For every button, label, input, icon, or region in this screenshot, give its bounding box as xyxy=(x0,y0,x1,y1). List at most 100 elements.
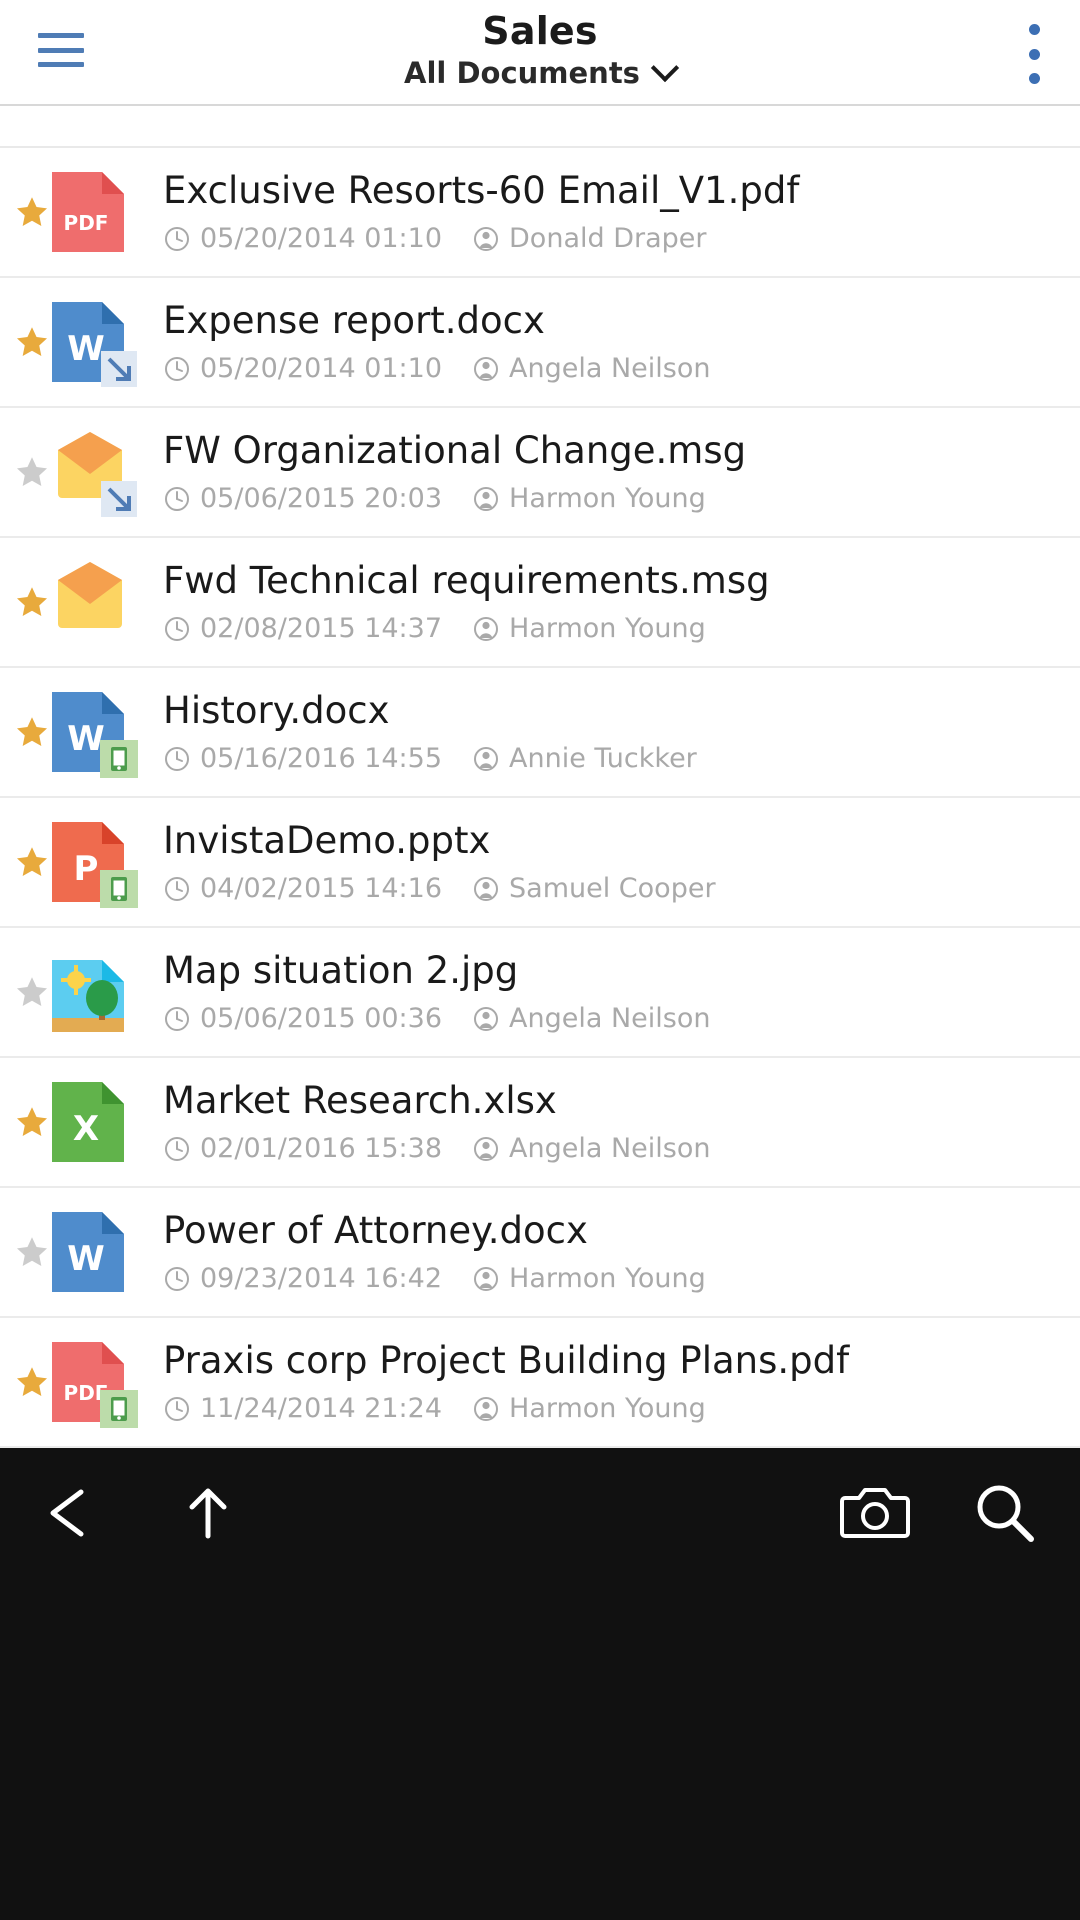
person-icon xyxy=(474,227,499,251)
favorite-toggle[interactable] xyxy=(0,195,52,229)
back-button[interactable] xyxy=(10,1448,130,1578)
list-item-partial[interactable] xyxy=(0,106,1080,148)
camera-button[interactable] xyxy=(815,1448,935,1578)
favorite-toggle[interactable] xyxy=(0,975,52,1009)
word-file-icon: W xyxy=(52,302,137,387)
clock-icon xyxy=(165,1007,189,1031)
person-icon xyxy=(472,875,500,903)
file-type-icon-cell: W xyxy=(52,692,144,778)
shortcut-badge-icon xyxy=(101,481,137,517)
file-name: InvistaDemo.pptx xyxy=(163,819,491,862)
pdf-file-icon: PDF xyxy=(52,1342,138,1428)
upload-button[interactable] xyxy=(148,1448,268,1578)
shortcut-badge-icon xyxy=(101,351,137,387)
pdf-file-icon: PDF xyxy=(52,172,124,252)
file-author: Harmon Young xyxy=(509,483,706,514)
favorite-toggle[interactable] xyxy=(0,715,52,749)
file-date: 05/06/2015 20:03 xyxy=(200,483,443,514)
file-author: Angela Neilson xyxy=(509,353,711,384)
upload-arrow-icon xyxy=(189,1488,227,1539)
file-meta: 02/08/2015 14:37 Harmon Young xyxy=(163,613,1060,645)
file-date: 04/02/2015 14:16 xyxy=(200,873,443,904)
view-selector[interactable]: All Documents xyxy=(404,54,676,92)
list-item[interactable]: FW Organizational Change.msg 05/06/2015 2… xyxy=(0,408,1080,538)
person-icon xyxy=(474,617,499,641)
kebab-dot xyxy=(1028,73,1040,84)
person-icon xyxy=(472,615,500,643)
star-filled-icon xyxy=(16,1367,48,1397)
person-icon xyxy=(474,877,499,901)
clock-icon xyxy=(165,1397,189,1421)
person-icon xyxy=(474,357,499,381)
file-name: Map situation 2.jpg xyxy=(163,949,519,992)
star-filled-icon xyxy=(16,587,48,617)
list-item-text: Expense report.docx 05/20/2014 01:10 Angel… xyxy=(144,299,1080,385)
file-meta: 05/20/2014 01:10 Angela Neilson xyxy=(163,353,1060,385)
list-item[interactable]: P InvistaDemo.pptx 04/02/2015 14:16 Samuel … xyxy=(0,798,1080,928)
star-outline-icon xyxy=(16,1237,48,1267)
list-item-text: InvistaDemo.pptx 04/02/2015 14:16 Samuel C… xyxy=(144,819,1080,905)
favorite-toggle[interactable] xyxy=(0,585,52,619)
svg-text:PDF: PDF xyxy=(64,211,109,235)
search-button[interactable] xyxy=(945,1448,1065,1578)
favorite-toggle[interactable] xyxy=(0,1365,52,1399)
file-type-icon-cell: P xyxy=(52,822,144,908)
file-author: Samuel Cooper xyxy=(509,873,716,904)
email-file-icon xyxy=(52,562,124,642)
svg-text:X: X xyxy=(73,1109,99,1149)
person-icon xyxy=(472,225,500,253)
star-filled-icon xyxy=(16,717,48,747)
clock-icon xyxy=(165,357,189,381)
document-list[interactable]: PDF Exclusive Resorts-60 Email_V1.pdf 05/2… xyxy=(0,106,1080,1448)
clock-icon xyxy=(165,877,189,901)
favorite-toggle[interactable] xyxy=(0,325,52,359)
file-author: Harmon Young xyxy=(509,1263,706,1294)
list-item[interactable]: W History.docx 05/16/2016 14:55 Annie Tuckk… xyxy=(0,668,1080,798)
file-author: Annie Tuckker xyxy=(509,743,697,774)
list-item[interactable]: PDF Praxis corp Project Building Plans.pd… xyxy=(0,1318,1080,1448)
file-meta: 11/24/2014 21:24 Harmon Young xyxy=(163,1393,1060,1425)
file-author: Angela Neilson xyxy=(509,1133,711,1164)
file-meta: 04/02/2015 14:16 Samuel Cooper xyxy=(163,873,1060,905)
file-author: Harmon Young xyxy=(509,613,706,644)
list-item-text: Exclusive Resorts-60 Email_V1.pdf 05/20/2… xyxy=(144,169,1080,255)
favorite-toggle[interactable] xyxy=(0,1105,52,1139)
list-item-text: FW Organizational Change.msg 05/06/2015 2… xyxy=(144,429,1080,515)
star-filled-icon xyxy=(16,197,48,227)
clock-icon xyxy=(163,875,191,903)
clock-icon xyxy=(165,487,189,511)
list-item[interactable]: W Power of Attorney.docx 09/23/2014 16:42 H… xyxy=(0,1188,1080,1318)
email-file-icon xyxy=(52,432,137,517)
file-name: Exclusive Resorts-60 Email_V1.pdf xyxy=(163,169,800,212)
kebab-menu-icon[interactable] xyxy=(1024,24,1044,84)
word-file-icon: W xyxy=(52,1212,124,1292)
file-type-icon-cell: PDF xyxy=(52,172,144,252)
person-icon xyxy=(474,1267,499,1291)
person-icon xyxy=(472,1395,500,1423)
list-item-text: Praxis corp Project Building Plans.pdf 11… xyxy=(144,1339,1080,1425)
list-item[interactable]: PDF Exclusive Resorts-60 Email_V1.pdf 05/2… xyxy=(0,148,1080,278)
list-item[interactable]: Map situation 2.jpg 05/06/2015 00:36 Angel… xyxy=(0,928,1080,1058)
list-item[interactable]: W Expense report.docx 05/20/2014 01:10 Ange… xyxy=(0,278,1080,408)
favorite-toggle[interactable] xyxy=(0,1235,52,1269)
person-icon xyxy=(472,1005,500,1033)
view-selector-label: All Documents xyxy=(404,56,640,90)
favorite-toggle[interactable] xyxy=(0,455,52,489)
list-item-text: Power of Attorney.docx 09/23/2014 16:42 Ha… xyxy=(144,1209,1080,1295)
file-meta: 02/01/2016 15:38 Angela Neilson xyxy=(163,1133,1060,1165)
file-date: 11/24/2014 21:24 xyxy=(200,1393,443,1424)
mobile-badge-icon xyxy=(100,740,138,778)
app-header: Sales All Documents xyxy=(0,0,1080,106)
file-name: Market Research.xlsx xyxy=(163,1079,557,1122)
file-name: Fwd Technical requirements.msg xyxy=(163,559,770,602)
file-type-icon-cell: PDF xyxy=(52,1342,144,1428)
favorite-toggle[interactable] xyxy=(0,845,52,879)
person-icon xyxy=(474,1007,499,1031)
svg-text:P: P xyxy=(74,849,99,889)
file-date: 09/23/2014 16:42 xyxy=(200,1263,443,1294)
person-icon xyxy=(472,485,500,513)
kebab-dot xyxy=(1028,48,1040,60)
list-item[interactable]: X Market Research.xlsx 02/01/2016 15:38 Ang… xyxy=(0,1058,1080,1188)
list-item[interactable]: Fwd Technical requirements.msg 02/08/2015… xyxy=(0,538,1080,668)
file-author: Harmon Young xyxy=(509,1393,706,1424)
